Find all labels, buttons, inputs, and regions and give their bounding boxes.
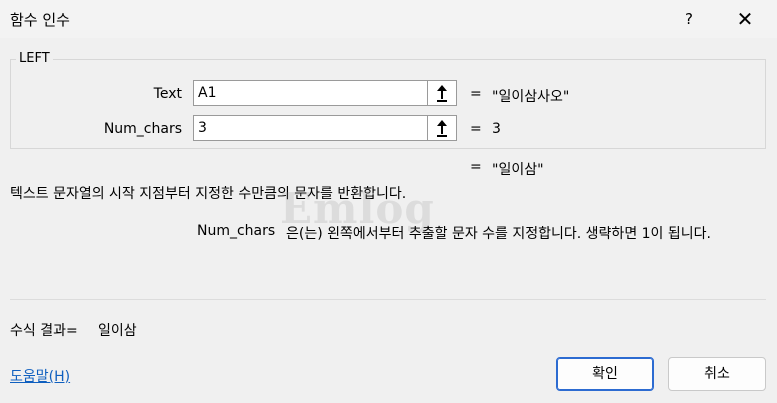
arg-label-num-chars: Num_chars — [103, 121, 182, 137]
dialog-title: 함수 인수 — [10, 11, 70, 29]
cancel-button[interactable]: 취소 — [668, 357, 766, 391]
ok-button[interactable]: 확인 — [556, 357, 654, 391]
arg-equals-text: = — [470, 86, 482, 102]
arg-input-num-chars[interactable] — [193, 115, 427, 141]
function-result-equals: = — [470, 159, 482, 175]
collapse-arrow-icon — [437, 85, 447, 102]
formula-result-label: 수식 결과= — [10, 323, 78, 339]
collapse-arrow-icon — [437, 120, 447, 137]
collapse-dialog-button-num-chars[interactable] — [427, 115, 457, 141]
collapse-dialog-button-text[interactable] — [427, 80, 457, 106]
argument-help-text: 은(는) 왼쪽에서부터 추출할 문자 수를 지정합니다. 생략하면 1이 됩니다… — [286, 226, 711, 242]
function-name: LEFT — [16, 51, 53, 66]
divider — [10, 299, 766, 300]
help-link[interactable]: 도움말(H) — [10, 366, 70, 386]
argument-help-name: Num_chars — [197, 223, 276, 239]
formula-result-value: 일이삼 — [98, 323, 137, 339]
arg-label-text: Text — [153, 86, 182, 102]
close-icon[interactable]: ✕ — [722, 4, 768, 34]
arg-result-num-chars: 3 — [492, 121, 501, 137]
arg-result-text: "일이삼사오" — [492, 89, 570, 105]
help-icon[interactable]: ? — [672, 4, 706, 34]
title-bar: 함수 인수 ? ✕ — [0, 0, 777, 38]
function-result-value: "일이삼" — [492, 162, 544, 178]
arg-equals-num-chars: = — [470, 121, 482, 137]
arg-input-text[interactable] — [193, 80, 427, 106]
